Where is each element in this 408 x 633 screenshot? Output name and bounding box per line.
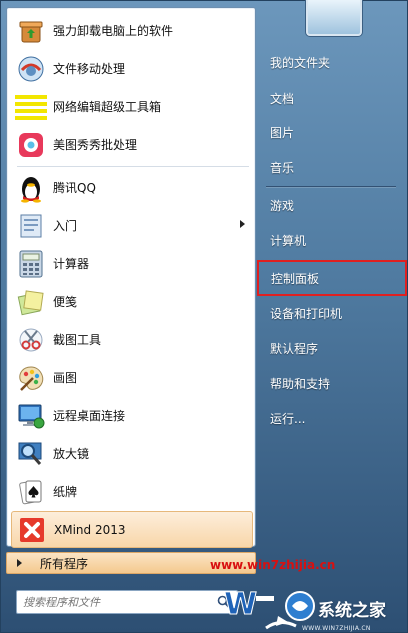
program-xmind[interactable]: XMind 2013: [11, 511, 253, 548]
paint-palette-icon: [15, 362, 47, 394]
user-picture[interactable]: [306, 0, 362, 36]
program-file-move[interactable]: 文件移动处理: [11, 50, 253, 87]
program-qq[interactable]: 腾讯QQ: [11, 169, 253, 206]
link-documents[interactable]: 文档: [262, 83, 402, 113]
program-label: 纸牌: [53, 485, 78, 499]
all-programs-label: 所有程序: [40, 556, 89, 571]
sticky-notes-icon: [15, 286, 47, 318]
separator: [266, 186, 396, 187]
search-box[interactable]: [16, 590, 238, 614]
program-label: 网络编辑超级工具箱: [53, 100, 162, 114]
watermark-url: www.win7zhijia.cn: [210, 558, 336, 572]
link-music[interactable]: 音乐: [262, 152, 402, 182]
uninstall-box-icon: [15, 15, 47, 47]
program-label: 强力卸载电脑上的软件: [53, 24, 174, 38]
program-snipping-tool[interactable]: 截图工具: [11, 321, 253, 358]
meitu-icon: [15, 129, 47, 161]
program-label: XMind 2013: [54, 522, 126, 537]
submenu-arrow-icon: [240, 220, 245, 228]
program-uninstaller[interactable]: 强力卸载电脑上的软件: [11, 12, 253, 49]
program-label: 腾讯QQ: [53, 181, 96, 195]
link-help-support[interactable]: 帮助和支持: [262, 368, 402, 398]
watermark-site-name: 系统之家: [318, 601, 386, 621]
calculator-icon: [15, 248, 47, 280]
snipping-tool-icon: [15, 324, 47, 356]
program-meitu[interactable]: 美图秀秀批处理: [11, 126, 253, 163]
search-input[interactable]: [23, 595, 193, 609]
link-default-programs[interactable]: 默认程序: [262, 333, 402, 363]
program-label: 截图工具: [53, 333, 102, 347]
program-calculator[interactable]: 计算器: [11, 245, 253, 282]
program-paint[interactable]: 画图: [11, 359, 253, 396]
link-games[interactable]: 游戏: [262, 190, 402, 220]
separator: [17, 166, 249, 167]
program-remote-desktop[interactable]: 远程桌面连接: [11, 397, 253, 434]
program-getting-started[interactable]: 入门: [11, 207, 253, 244]
link-run[interactable]: 运行...: [262, 403, 402, 433]
link-devices-printers[interactable]: 设备和打印机: [262, 298, 402, 328]
remote-desktop-icon: [15, 400, 47, 432]
program-solitaire[interactable]: 纸牌: [11, 473, 253, 510]
solitaire-card-icon: [15, 476, 47, 508]
program-label: 画图: [53, 371, 78, 385]
program-magnifier[interactable]: 放大镜: [11, 435, 253, 472]
file-move-icon: [15, 53, 47, 85]
link-computer[interactable]: 计算机: [262, 225, 402, 255]
svg-text:W: W: [224, 587, 257, 622]
program-label: 文件移动处理: [53, 62, 126, 76]
qq-penguin-icon: [15, 172, 47, 204]
getting-started-icon: [15, 210, 47, 242]
toolbox-icon: [15, 91, 47, 123]
program-label: 计算器: [53, 257, 90, 271]
link-pictures[interactable]: 图片: [262, 117, 402, 147]
magnifier-icon: [15, 438, 47, 470]
link-control-panel[interactable]: 控制面板: [257, 260, 407, 296]
program-label: 入门: [53, 219, 78, 233]
xmind-icon: [16, 514, 48, 546]
program-label: 美图秀秀批处理: [53, 138, 138, 152]
watermark-sub: WWW.WIN7ZHIJIA.CN: [302, 625, 371, 632]
program-label: 远程桌面连接: [53, 409, 126, 423]
link-my-folder[interactable]: 我的文件夹: [262, 47, 402, 77]
program-sticky-notes[interactable]: 便笺: [11, 283, 253, 320]
chevron-right-icon: [17, 559, 22, 567]
program-label: 放大镜: [53, 447, 90, 461]
programs-pane: 强力卸载电脑上的软件 文件移动处理 网络编辑超级工具箱 美图秀秀批处理 腾讯QQ…: [6, 7, 256, 548]
program-label: 便笺: [53, 295, 78, 309]
program-toolbox[interactable]: 网络编辑超级工具箱: [11, 88, 253, 125]
